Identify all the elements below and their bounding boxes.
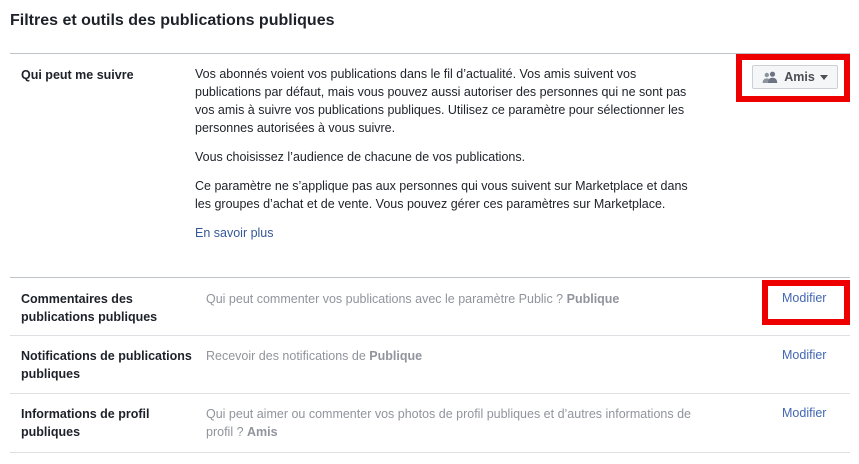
- public-comments-label: Commentaires des publications publiques: [21, 292, 158, 324]
- public-notifications-value: Publique: [369, 349, 423, 363]
- public-profile-info-value: Amis: [247, 425, 278, 439]
- public-notifications-label: Notifications de publications publiques: [21, 349, 192, 381]
- section-divider-2: [10, 335, 850, 336]
- public-profile-info-edit-button[interactable]: Modifier: [782, 406, 826, 420]
- page-title: Filtres et outils des publications publi…: [10, 12, 335, 29]
- follow-paragraph-2: Vous choisissez l’audience de chacune de…: [195, 150, 526, 164]
- audience-label: Amis: [784, 70, 815, 84]
- audience-dropdown-button[interactable]: Amis: [752, 65, 838, 89]
- public-notifications-edit-button[interactable]: Modifier: [782, 348, 826, 362]
- follow-label: Qui peut me suivre: [21, 68, 134, 82]
- section-divider-1: [10, 277, 850, 278]
- public-notifications-description: Recevoir des notifications de Publique: [206, 349, 423, 363]
- public-profile-info-label: Informations de profil publiques: [21, 407, 150, 439]
- follow-description: Vos abonnés voient vos publications dans…: [195, 65, 690, 242]
- public-comments-value: Publique: [566, 292, 620, 306]
- follow-paragraph-3: Ce paramètre ne s’applique pas aux perso…: [195, 179, 688, 211]
- follow-paragraph-1: Vos abonnés voient vos publications dans…: [195, 67, 687, 135]
- section-divider-bottom: [10, 452, 850, 453]
- public-comments-description: Qui peut commenter vos publications avec…: [206, 292, 620, 306]
- public-profile-info-description: Qui peut aimer ou commenter vos photos d…: [206, 407, 691, 439]
- section-divider-3: [10, 393, 850, 394]
- title-divider: [10, 53, 850, 54]
- learn-more-link[interactable]: En savoir plus: [195, 226, 274, 240]
- friends-icon: [762, 71, 778, 83]
- public-comments-edit-button[interactable]: Modifier: [782, 291, 826, 305]
- chevron-down-icon: [819, 74, 828, 80]
